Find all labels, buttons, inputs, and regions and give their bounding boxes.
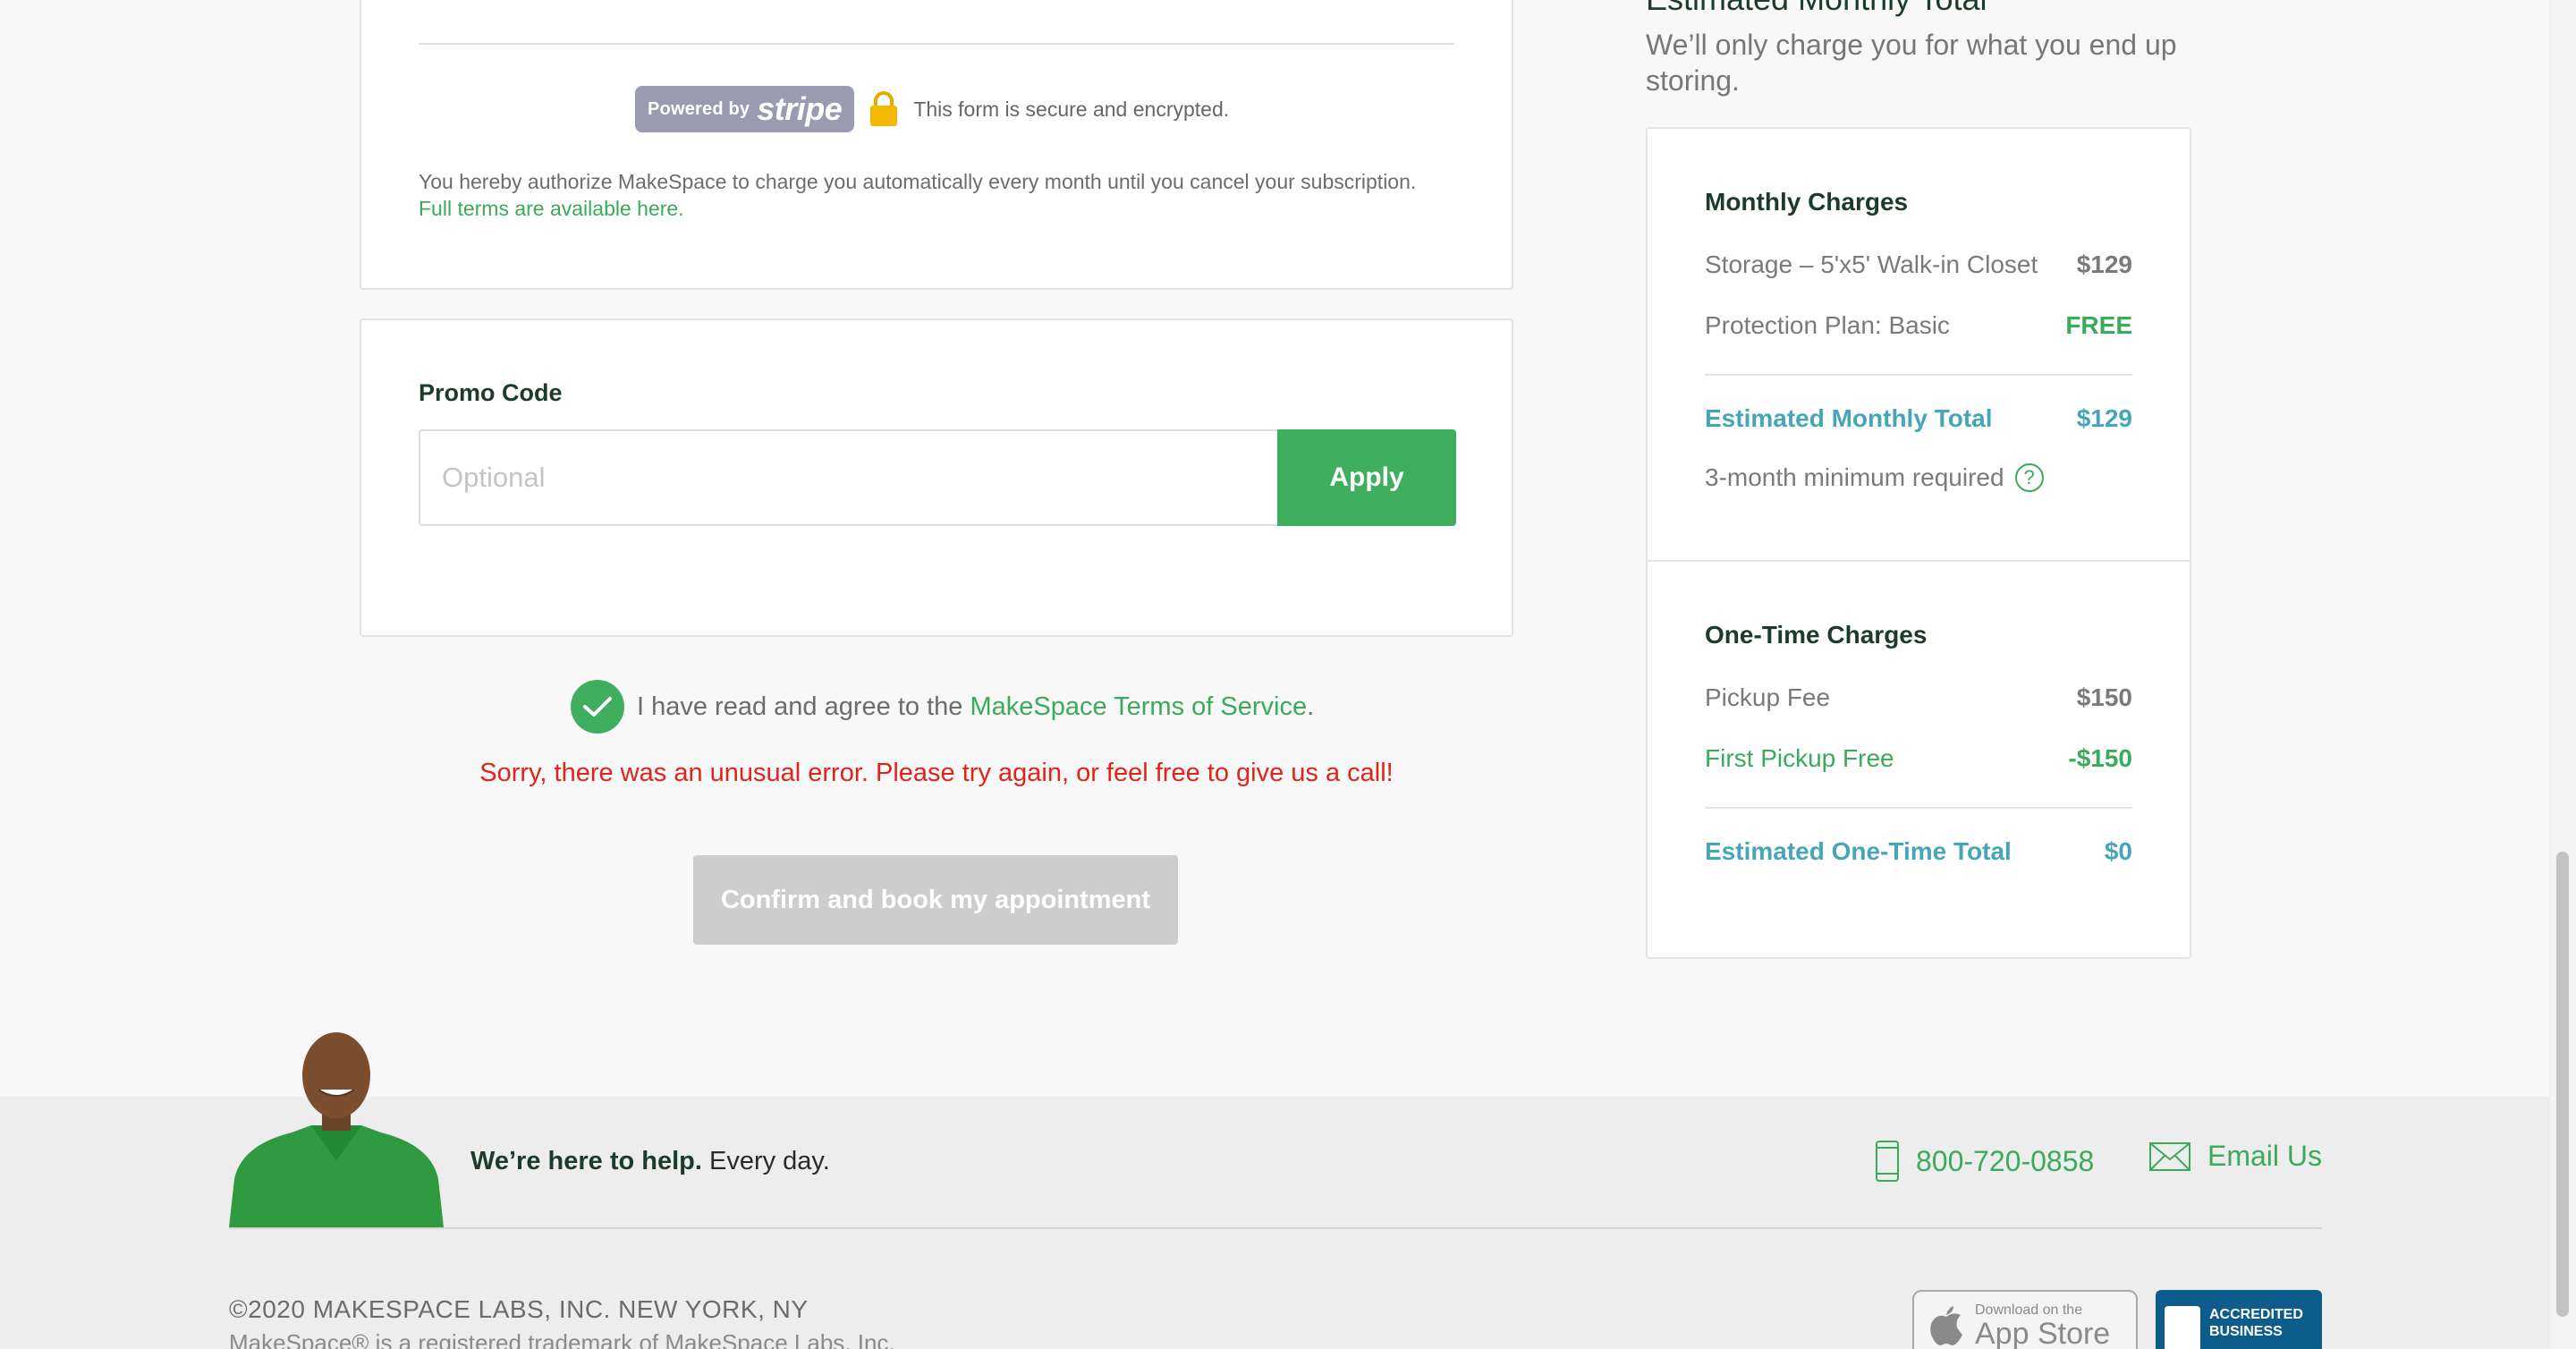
one-time-charges-title: One-Time Charges: [1705, 621, 1928, 649]
email-us-label[interactable]: Email Us: [2207, 1140, 2322, 1173]
payment-divider: [419, 43, 1454, 45]
scrollbar-thumb[interactable]: [2556, 852, 2569, 1317]
monthly-total-label: Estimated Monthly Total: [1705, 404, 1993, 432]
phone-icon: [1876, 1141, 1899, 1182]
monthly-total-row: Estimated Monthly Total $129: [1705, 404, 2132, 433]
charge-value: -$150: [2068, 744, 2132, 772]
secure-text: This form is secure and encrypted.: [913, 97, 1230, 121]
terms-prefix: I have read and agree to the: [637, 691, 963, 721]
stripe-logo: stripe: [757, 90, 843, 127]
bbb-logo-icon: [2165, 1306, 2200, 1349]
support-person-image: [229, 1032, 444, 1227]
bbb-line-2: BUSINESS: [2209, 1324, 2283, 1339]
charge-value: FREE: [2065, 311, 2132, 339]
charge-row: First Pickup Free -$150: [1705, 744, 2132, 773]
help-text-bold: We’re here to help.: [470, 1147, 702, 1175]
terms-text: I have read and agree to the MakeSpace T…: [637, 692, 1314, 722]
promo-code-label: Promo Code: [419, 379, 563, 406]
phone-link[interactable]: 800-720-0858: [1875, 1140, 2094, 1183]
stripe-powered-label: Powered by: [648, 98, 750, 119]
check-icon: [583, 697, 612, 717]
charge-row: Pickup Fee $150: [1705, 683, 2132, 712]
error-message: Sorry, there was an unusual error. Pleas…: [479, 759, 1394, 787]
app-store-big-text: App Store: [1975, 1317, 2111, 1349]
charge-label: First Pickup Free: [1705, 744, 1894, 772]
terms-of-service-link[interactable]: MakeSpace Terms of Service: [970, 692, 1307, 721]
apple-icon: [1930, 1306, 1962, 1345]
promo-code-input[interactable]: [419, 429, 1279, 526]
email-link[interactable]: Email Us: [2148, 1140, 2322, 1173]
summary-divider: [1705, 374, 2132, 376]
charge-label: Storage – 5'x5' Walk-in Closet: [1705, 250, 2038, 278]
bbb-text: ACCREDITED BUSINESS: [2209, 1306, 2303, 1340]
phone-number[interactable]: 800-720-0858: [1916, 1145, 2094, 1178]
one-time-total-value: $0: [2104, 837, 2132, 865]
monthly-total-value: $129: [2076, 404, 2132, 432]
charge-value: $150: [2076, 683, 2132, 711]
app-store-badge[interactable]: Download on the App Store: [1912, 1290, 2138, 1349]
summary-subheading: We’ll only charge you for what you end u…: [1646, 29, 2177, 97]
mail-icon: [2149, 1141, 2190, 1171]
promo-code-card: Promo Code Apply: [360, 318, 1513, 637]
charge-label: Pickup Fee: [1705, 683, 1831, 711]
app-store-text: Download on the App Store: [1975, 1302, 2110, 1349]
trademark-text: MakeSpace® is a registered trademark of …: [229, 1329, 895, 1349]
charge-label: Protection Plan: Basic: [1705, 311, 1950, 339]
bbb-line-1: ACCREDITED: [2209, 1307, 2303, 1322]
section-divider: [1648, 560, 2190, 562]
monthly-charges-section: Monthly Charges Storage – 5'x5' Walk-in …: [1705, 188, 2132, 492]
full-terms-link[interactable]: Full terms are available here.: [419, 197, 684, 220]
charge-value: $129: [2076, 250, 2132, 278]
help-text-rest: Every day.: [701, 1147, 830, 1175]
summary-heading: Estimated Monthly Total: [1646, 0, 1987, 18]
bbb-accredited-badge[interactable]: ACCREDITED BUSINESS: [2156, 1290, 2322, 1349]
authorization-body: You hereby authorize MakeSpace to charge…: [419, 170, 1417, 193]
one-time-charges-section: One-Time Charges Pickup Fee $150 First P…: [1705, 621, 2132, 866]
summary-divider: [1705, 807, 2132, 809]
monthly-charges-title: Monthly Charges: [1705, 188, 1909, 216]
help-text: We’re here to help. Every day.: [470, 1147, 830, 1176]
payment-card: Powered by stripe This form is secure an…: [360, 0, 1513, 290]
apply-button[interactable]: Apply: [1277, 429, 1456, 526]
authorization-text: You hereby authorize MakeSpace to charge…: [419, 168, 1420, 222]
confirm-booking-button[interactable]: Confirm and book my appointment: [693, 855, 1178, 945]
copyright-text: ©2020 MAKESPACE LABS, INC. NEW YORK, NY: [229, 1295, 809, 1323]
stripe-badge[interactable]: Powered by stripe: [635, 86, 855, 132]
terms-agreement: I have read and agree to the MakeSpace T…: [571, 680, 1314, 734]
footer-divider: [229, 1227, 2322, 1229]
terms-suffix: .: [1307, 691, 1315, 721]
terms-checkbox[interactable]: [571, 680, 624, 734]
minimum-note: 3-month minimum required ?: [1705, 463, 2132, 492]
stripe-row: Powered by stripe This form is secure an…: [635, 86, 1229, 132]
charge-row: Protection Plan: Basic FREE: [1705, 311, 2132, 340]
charge-row: Storage – 5'x5' Walk-in Closet $129: [1705, 250, 2132, 279]
minimum-note-text: 3-month minimum required: [1705, 463, 2004, 491]
charges-summary-card: Monthly Charges Storage – 5'x5' Walk-in …: [1646, 127, 2191, 959]
lock-icon: [870, 91, 898, 126]
help-icon[interactable]: ?: [2014, 463, 2044, 492]
one-time-total-label: Estimated One-Time Total: [1705, 837, 2012, 865]
one-time-total-row: Estimated One-Time Total $0: [1705, 837, 2132, 866]
